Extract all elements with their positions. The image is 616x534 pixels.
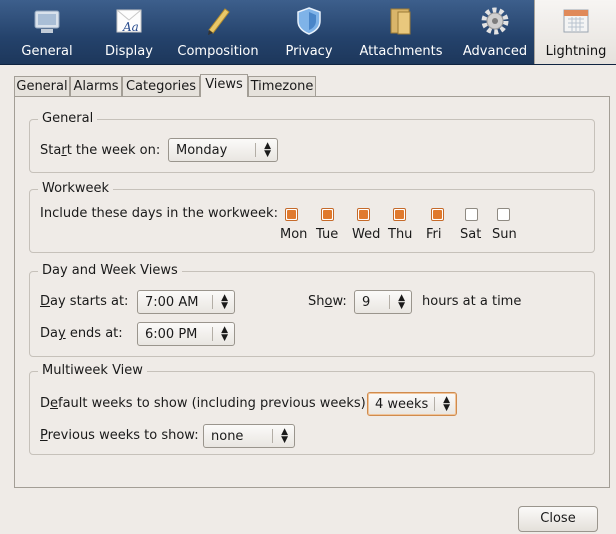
day-ends-select[interactable]: 6:00 PM ▲ ▼ — [137, 322, 235, 346]
spin-arrows-icon: ▲ ▼ — [264, 141, 271, 159]
day-week-group: Day and Week Views Day starts at: 7:00 A… — [29, 263, 595, 357]
day-ends-label: Day ends at: — [40, 326, 123, 341]
checkbox-sat[interactable] — [465, 208, 478, 221]
day-label-mon: Mon — [280, 227, 308, 242]
day-label-fri: Fri — [426, 227, 442, 242]
spin-arrows-icon: ▲ ▼ — [281, 427, 288, 445]
attachments-icon — [390, 8, 411, 35]
day-label-sun: Sun — [492, 227, 517, 242]
start-week-label: Start the week on: — [40, 143, 161, 158]
day-label-wed: Wed — [352, 227, 381, 242]
checkbox-wed[interactable] — [357, 208, 370, 221]
spin-arrows-icon: ▲ ▼ — [398, 293, 405, 311]
multiweek-group: Multiweek View Default weeks to show (in… — [29, 363, 595, 455]
workweek-group: Workweek Include these days in the workw… — [29, 181, 595, 253]
general-icon — [34, 10, 60, 33]
calendar-icon — [563, 9, 589, 33]
day-label-thu: Thu — [388, 227, 413, 242]
toolbar-display[interactable]: Aa Display — [94, 0, 164, 64]
tab-categories[interactable]: Categories — [122, 76, 200, 96]
tab-alarms[interactable]: Alarms — [70, 76, 122, 96]
show-label: Show: — [308, 294, 347, 309]
show-hours-select[interactable]: 9 ▲ ▼ — [354, 290, 412, 314]
default-weeks-select[interactable]: 4 weeks ▲ ▼ — [367, 392, 457, 416]
tab-views[interactable]: Views — [200, 74, 248, 97]
general-group: General Start the week on: Monday ▲ ▼ — [29, 111, 595, 173]
workweek-group-title: Workweek — [38, 181, 114, 196]
svg-text:Aa: Aa — [122, 20, 139, 34]
toolbar-composition[interactable]: Composition — [164, 0, 272, 64]
day-starts-label: Day starts at: — [40, 294, 129, 309]
views-panel: General Start the week on: Monday ▲ ▼ Wor… — [14, 96, 610, 488]
toolbar-privacy[interactable]: Privacy — [272, 0, 346, 64]
advanced-icon — [481, 7, 509, 35]
tab-timezone[interactable]: Timezone — [248, 76, 316, 96]
multiweek-group-title: Multiweek View — [38, 363, 147, 378]
preferences-toolbar: General Aa Display Composition Privacy A… — [0, 0, 616, 65]
toolbar-attachments[interactable]: Attachments — [346, 0, 456, 64]
general-group-title: General — [38, 111, 98, 126]
previous-weeks-select[interactable]: none ▲ ▼ — [203, 424, 295, 448]
spin-arrows-icon: ▲ ▼ — [443, 395, 450, 413]
day-week-group-title: Day and Week Views — [38, 263, 182, 278]
day-starts-select[interactable]: 7:00 AM ▲ ▼ — [137, 290, 235, 314]
day-label-sat: Sat — [460, 227, 482, 242]
checkbox-thu[interactable] — [393, 208, 406, 221]
toolbar-lightning[interactable]: Lightning — [534, 0, 616, 64]
privacy-icon — [297, 7, 321, 35]
spin-arrows-icon: ▲ ▼ — [221, 325, 228, 343]
spin-arrows-icon: ▲ ▼ — [221, 293, 228, 311]
toolbar-general[interactable]: General — [0, 0, 94, 64]
default-weeks-label: Default weeks to show (including previou… — [40, 396, 371, 411]
previous-weeks-label: Previous weeks to show: — [40, 428, 199, 443]
checkbox-sun[interactable] — [497, 208, 510, 221]
tab-general[interactable]: General — [14, 76, 70, 96]
close-button[interactable]: Close — [518, 506, 598, 532]
day-label-tue: Tue — [316, 227, 339, 242]
composition-icon — [208, 8, 230, 35]
start-week-select[interactable]: Monday ▲ ▼ — [168, 138, 278, 162]
display-icon: Aa — [116, 9, 142, 34]
workweek-include-label: Include these days in the workweek: — [40, 206, 278, 221]
hours-at-a-time-label: hours at a time — [422, 294, 522, 309]
checkbox-fri[interactable] — [431, 208, 444, 221]
toolbar-advanced[interactable]: Advanced — [456, 0, 534, 64]
checkbox-tue[interactable] — [321, 208, 334, 221]
checkbox-mon[interactable] — [285, 208, 298, 221]
